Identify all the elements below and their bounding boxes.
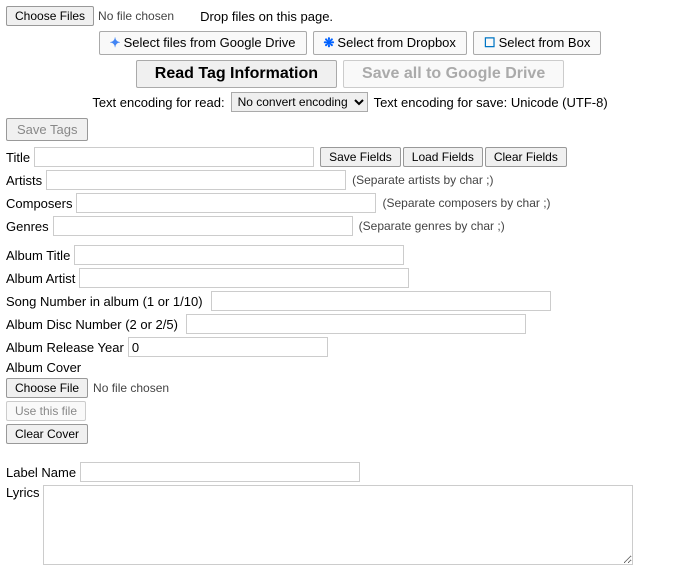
save-fields-button[interactable]: Save Fields xyxy=(320,147,401,167)
box-button[interactable]: ☐Select from Box xyxy=(473,31,601,55)
composers-label: Composers xyxy=(6,196,76,211)
title-label: Title xyxy=(6,150,34,165)
song-number-label: Song Number in album (1 or 1/10) xyxy=(6,294,207,309)
encoding-save-label: Text encoding for save: Unicode (UTF-8) xyxy=(374,95,608,110)
lyrics-textarea[interactable] xyxy=(43,485,633,565)
save-google-button[interactable]: Save all to Google Drive xyxy=(343,60,564,88)
composers-input[interactable] xyxy=(76,193,376,213)
genres-label: Genres xyxy=(6,219,53,234)
cover-no-file-text: No file chosen xyxy=(93,381,169,395)
dropbox-icon: ❋ xyxy=(324,35,335,50)
label-name-label: Label Name xyxy=(6,465,80,480)
google-drive-icon: ✦ xyxy=(110,35,121,50)
composers-hint: (Separate composers by char ;) xyxy=(382,196,550,210)
artists-label: Artists xyxy=(6,173,46,188)
save-tags-button[interactable]: Save Tags xyxy=(6,118,88,141)
release-year-label: Album Release Year xyxy=(6,340,128,355)
load-fields-button[interactable]: Load Fields xyxy=(403,147,483,167)
clear-cover-button[interactable]: Clear Cover xyxy=(6,424,88,444)
genres-hint: (Separate genres by char ;) xyxy=(359,219,505,233)
disc-number-label: Album Disc Number (2 or 2/5) xyxy=(6,317,182,332)
no-file-chosen-text: No file chosen xyxy=(98,9,174,23)
album-cover-label: Album Cover xyxy=(6,360,85,375)
release-year-input[interactable] xyxy=(128,337,328,357)
use-this-file-button[interactable]: Use this file xyxy=(6,401,86,421)
dropbox-button[interactable]: ❋Select from Dropbox xyxy=(313,31,467,55)
label-name-input[interactable] xyxy=(80,462,360,482)
box-icon: ☐ xyxy=(484,35,496,50)
choose-files-button[interactable]: Choose Files xyxy=(6,6,94,26)
album-title-label: Album Title xyxy=(6,248,74,263)
artists-input[interactable] xyxy=(46,170,346,190)
disc-number-input[interactable] xyxy=(186,314,526,334)
encoding-select[interactable]: No convert encoding xyxy=(231,92,368,112)
title-input[interactable] xyxy=(34,147,314,167)
song-number-input[interactable] xyxy=(211,291,551,311)
album-artist-input[interactable] xyxy=(79,268,409,288)
album-artist-label: Album Artist xyxy=(6,271,79,286)
lyrics-label: Lyrics xyxy=(6,485,43,500)
album-title-input[interactable] xyxy=(74,245,404,265)
google-drive-button[interactable]: ✦Select files from Google Drive xyxy=(99,31,307,55)
encoding-read-label: Text encoding for read: xyxy=(92,95,224,110)
artists-hint: (Separate artists by char ;) xyxy=(352,173,493,187)
drop-text: Drop files on this page. xyxy=(200,9,333,24)
choose-file-button[interactable]: Choose File xyxy=(6,378,88,398)
genres-input[interactable] xyxy=(53,216,353,236)
read-tag-button[interactable]: Read Tag Information xyxy=(136,60,337,88)
clear-fields-button[interactable]: Clear Fields xyxy=(485,147,567,167)
